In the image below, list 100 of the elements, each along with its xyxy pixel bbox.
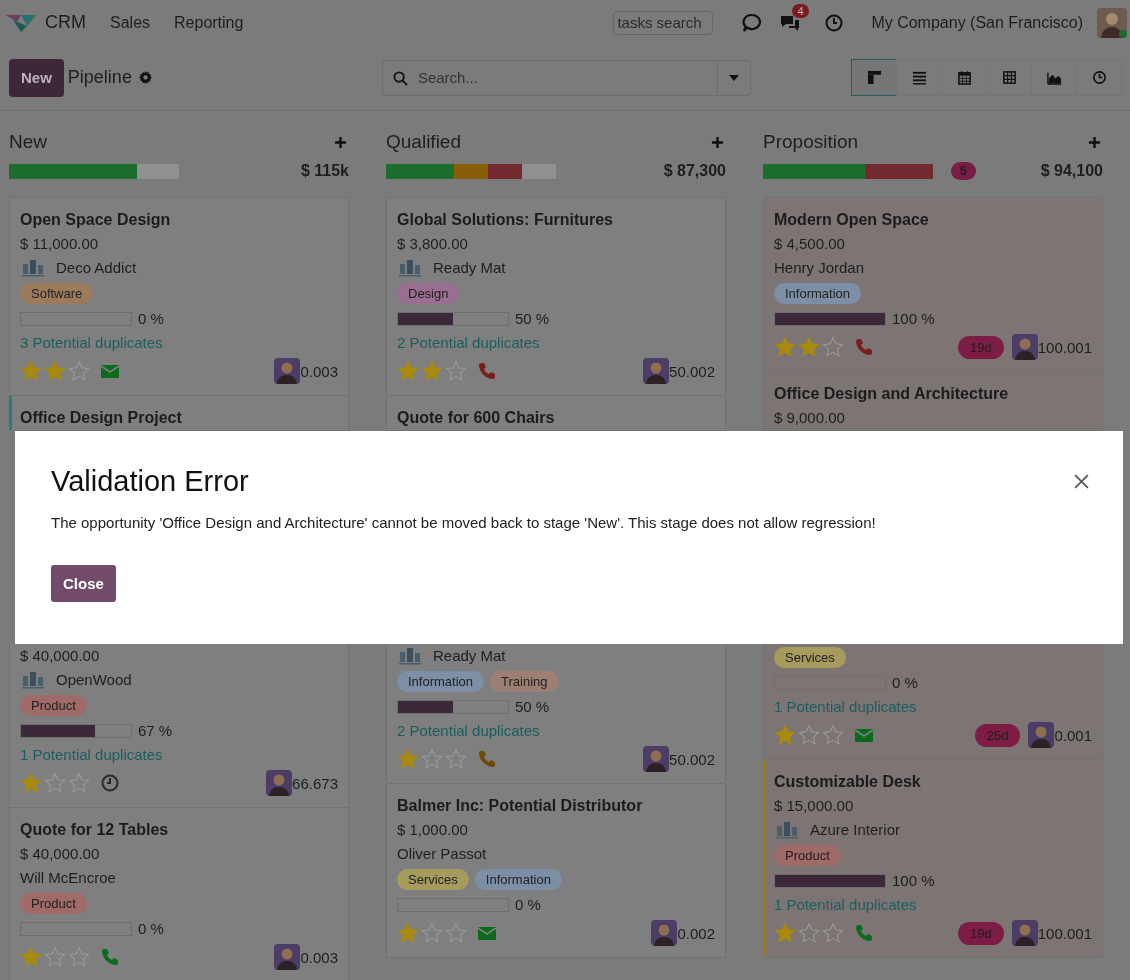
avatar[interactable] <box>643 746 670 772</box>
tasks-search-field[interactable]: tasks search <box>613 10 714 35</box>
priority-stars[interactable] <box>774 922 844 944</box>
card-amount: $ 40,000.00 <box>20 646 101 666</box>
calendar-icon <box>956 70 972 85</box>
list-icon <box>911 70 927 85</box>
lead-card[interactable]: Office Design Project <box>9 396 349 431</box>
stage-progress-bar[interactable] <box>763 163 933 179</box>
tag: Training <box>490 671 559 692</box>
priority-stars[interactable] <box>20 772 90 794</box>
probability-value: 50 % <box>515 309 550 329</box>
add-icon[interactable] <box>1088 135 1101 149</box>
phone-icon[interactable] <box>854 337 874 357</box>
stage-title: Proposition <box>763 131 859 153</box>
message-count-badge: 4 <box>792 3 809 18</box>
add-icon[interactable] <box>711 135 724 149</box>
priority-stars[interactable] <box>774 724 844 746</box>
close-button[interactable]: Close <box>51 565 116 602</box>
card-amount: $ 40,000.00 <box>20 844 101 864</box>
customer-name: OpenWood <box>56 670 132 690</box>
phone-icon[interactable] <box>477 361 497 381</box>
customer-name: Will McEncroe <box>20 868 116 888</box>
menu-item[interactable]: Reporting <box>174 13 244 32</box>
avatar[interactable] <box>274 358 301 384</box>
lead-card[interactable]: Quote for 12 Tables $ 40,000.00 Will McEncroe Product 0 % 0.003 <box>9 808 349 980</box>
tag: Product <box>20 695 87 716</box>
priority-stars[interactable] <box>397 922 467 944</box>
probability-value: 100 % <box>892 309 935 329</box>
graph-view-button[interactable] <box>1031 59 1077 96</box>
avatar[interactable] <box>1011 920 1038 946</box>
lead-card[interactable]: Modern Open Space $ 4,500.00 Henry Jordan Information 100 % 19d 100.001 <box>763 197 1103 372</box>
user-avatar[interactable] <box>1097 7 1127 38</box>
card-title: Modern Open Space <box>774 210 930 230</box>
lead-card[interactable]: Office Design and Architecture $ 9,000.00 <box>763 372 1103 431</box>
settings-icon[interactable] <box>137 70 153 85</box>
app-name[interactable]: CRM <box>45 12 86 33</box>
card-title: Global Solutions: Furnitures <box>397 210 614 230</box>
overdue-badge: 19d <box>958 921 1004 945</box>
probability-value: 67 % <box>138 721 173 741</box>
avatar[interactable] <box>1011 334 1038 360</box>
avatar[interactable] <box>651 920 678 946</box>
dialog-message: The opportunity 'Office Design and Architecture' cannot be moved back to stage 'New'. This stage does not allow regression! <box>51 514 877 531</box>
customer-name: Henry Jordan <box>774 258 865 278</box>
activity-icon <box>1091 70 1107 85</box>
lead-card[interactable]: Quote for 600 Chairs <box>386 396 726 431</box>
menu-item[interactable]: Sales <box>110 13 151 32</box>
priority-stars[interactable] <box>397 360 467 382</box>
lead-card[interactable]: Balmer Inc: Potential Distributor $ 1,000.00 Oliver Passot Services Information 0 % 0.002 <box>386 784 726 958</box>
search-options-toggle[interactable] <box>716 59 751 96</box>
tag: Product <box>20 893 87 914</box>
customer-name: Ready Mat <box>433 258 506 278</box>
lead-card[interactable]: Services 0 % 1 Potential duplicates 25d 0.001 <box>763 644 1103 760</box>
card-amount: $ 15,000.00 <box>774 796 855 816</box>
new-button[interactable]: New <box>9 58 64 97</box>
card-title: Office Design and Architecture <box>774 384 1010 404</box>
tag: Services <box>397 869 469 890</box>
caret-icon <box>728 74 739 81</box>
priority-stars[interactable] <box>20 360 90 382</box>
card-amount: $ 1,000.00 <box>397 820 469 840</box>
pivot-icon <box>1001 70 1017 85</box>
calendar-view-button[interactable] <box>941 59 987 96</box>
card-amount: $ 3,800.00 <box>397 234 469 254</box>
pivot-view-button[interactable] <box>986 59 1032 96</box>
stage-total: $ 115k <box>300 162 349 180</box>
customer-name: Ready Mat <box>433 646 506 666</box>
overdue-badge: 19d <box>958 335 1004 359</box>
close-icon[interactable] <box>1073 473 1090 490</box>
company-name[interactable]: My Company (San Francisco) <box>871 13 1083 32</box>
score-value: 0.001 <box>1054 726 1092 744</box>
card-title: Quote for 600 Chairs <box>397 408 556 428</box>
lead-card[interactable]: Ready Mat Information Training 50 % 2 Potential duplicates 50.002 <box>386 644 726 784</box>
lead-card[interactable]: Open Space Design $ 11,000.00 Deco Addict Software 0 % 3 Potential duplicates 0.003 <box>9 197 349 396</box>
card-title: Customizable Desk <box>774 772 922 792</box>
priority-stars[interactable] <box>397 748 467 770</box>
lead-card[interactable]: $ 40,000.00 OpenWood Product 67 % 1 Potential duplicates 66.673 <box>9 644 349 808</box>
add-icon[interactable] <box>334 135 347 149</box>
kanban-view-button[interactable] <box>851 59 897 96</box>
list-view-button[interactable] <box>896 59 942 96</box>
priority-stars[interactable] <box>20 946 90 968</box>
priority-stars[interactable] <box>774 336 844 358</box>
lead-card[interactable]: Customizable Desk $ 15,000.00 Azure Interior Product 100 % 1 Potential duplicates 19d 100.001 <box>763 760 1103 958</box>
customer-name: Azure Interior <box>810 820 901 840</box>
search-icon <box>392 70 408 86</box>
tag: Information <box>474 869 562 890</box>
search-field[interactable]: Search... <box>381 59 717 96</box>
stage-title: New <box>9 131 47 153</box>
avatar[interactable] <box>274 944 301 970</box>
avatar[interactable] <box>1028 722 1055 748</box>
page-title[interactable]: Pipeline <box>67 67 132 88</box>
tag: Product <box>774 845 841 866</box>
probability-value: 0 % <box>138 309 164 329</box>
avatar[interactable] <box>266 770 293 796</box>
chat-bubble-icon[interactable] <box>741 12 764 33</box>
clock-icon[interactable] <box>100 773 120 793</box>
probability-value: 100 % <box>892 871 935 891</box>
phone-icon[interactable] <box>477 749 497 769</box>
activity-view-button[interactable] <box>1076 59 1122 96</box>
lead-card[interactable]: Global Solutions: Furnitures $ 3,800.00 Ready Mat Design 50 % 2 Potential duplicates 50.002 <box>386 197 726 396</box>
avatar[interactable] <box>643 358 670 384</box>
score-value: 0.003 <box>300 362 338 380</box>
